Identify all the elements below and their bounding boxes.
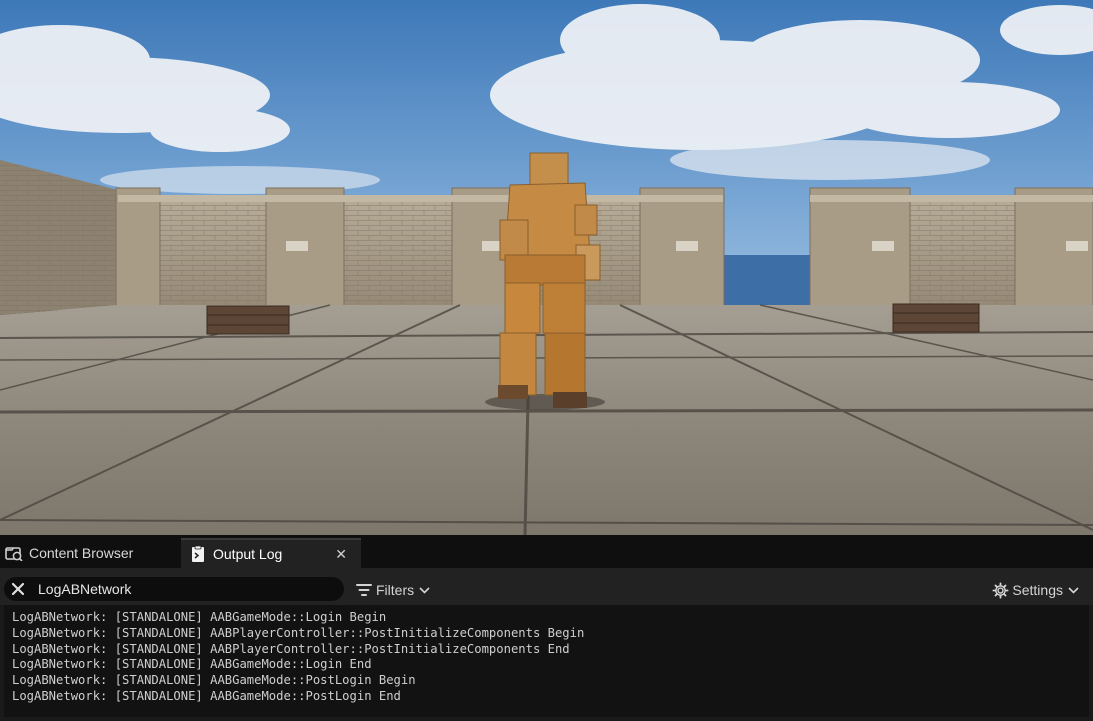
log-line: LogABNetwork: [STANDALONE] AABPlayerCont… [12, 625, 585, 640]
chevron-down-icon [1068, 586, 1079, 594]
log-line: LogABNetwork: [STANDALONE] AABGameMode::… [12, 610, 387, 624]
log-toolbar: Filters Settings [0, 568, 1093, 605]
settings-button[interactable]: Settings [992, 579, 1079, 601]
log-search-box [4, 577, 344, 601]
game-scene [0, 0, 1093, 535]
content-browser-icon [4, 543, 24, 563]
tab-content-browser-label: Content Browser [29, 545, 134, 561]
log-search-input[interactable] [38, 581, 344, 597]
panel-tab-bar: Content Browser Output Log ✕ [0, 535, 1093, 568]
log-line: LogABNetwork: [STANDALONE] AABPlayerCont… [12, 641, 570, 656]
log-line: LogABNetwork: [STANDALONE] AABGameMode::… [12, 688, 401, 703]
tab-output-log-label: Output Log [213, 546, 283, 562]
settings-label: Settings [1012, 582, 1063, 598]
filter-icon [356, 583, 372, 597]
log-line: LogABNetwork: [STANDALONE] AABGameMode::… [12, 673, 416, 688]
clear-search-icon[interactable] [6, 577, 30, 601]
crate-left [206, 305, 290, 335]
tab-content-browser[interactable]: Content Browser [0, 538, 178, 568]
output-log-panel: Content Browser Output Log ✕ LogABNetwor… [0, 535, 1093, 721]
chevron-down-icon [419, 586, 430, 594]
close-icon[interactable]: ✕ [335, 546, 347, 563]
tab-output-log[interactable]: Output Log ✕ [181, 538, 361, 568]
output-log-icon [188, 544, 208, 564]
log-output[interactable]: LogABNetwork: [STANDALONE] AABGameMode::… [4, 605, 1089, 717]
gear-icon [992, 581, 1009, 599]
filters-button[interactable]: Filters [356, 579, 430, 601]
game-viewport[interactable] [0, 0, 1093, 535]
crate-right [892, 303, 980, 333]
filters-label: Filters [376, 582, 415, 598]
log-line: LogABNetwork: [STANDALONE] AABGameMode::… [12, 657, 372, 672]
